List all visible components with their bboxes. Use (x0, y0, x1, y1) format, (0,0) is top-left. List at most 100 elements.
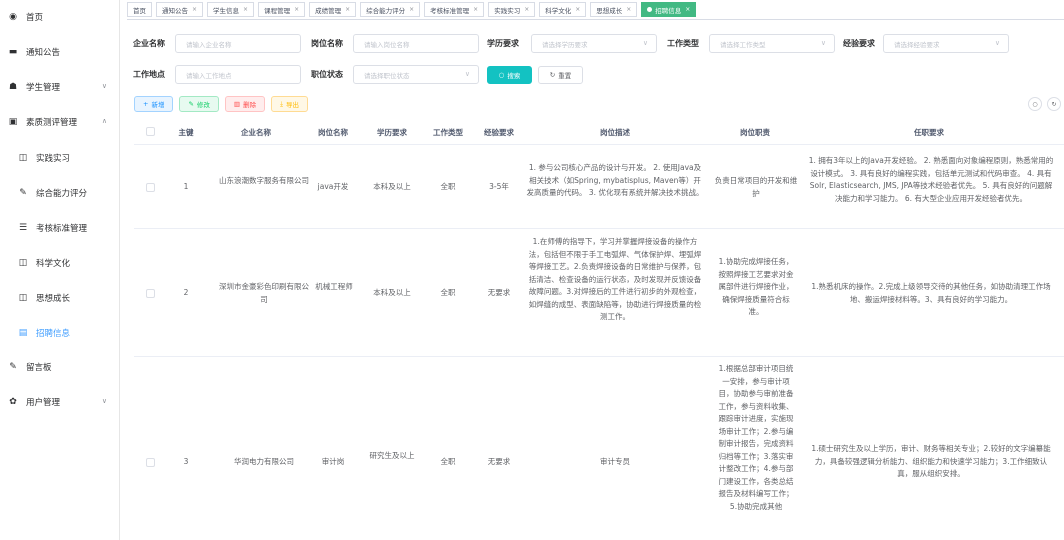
company-label: 企业名称 (133, 39, 165, 48)
cell-education: 本科及以上 (373, 288, 411, 297)
tab-label: 学生信息 (213, 6, 240, 15)
cell-description: 1. 参与公司核心产品的设计与开发。 2. 使用Java及相关技术（如Sprin… (526, 163, 704, 197)
experience-select[interactable]: 请选择经验要求 ∨ (883, 34, 1009, 53)
search-row-1: 企业名称 请输入企业名称 岗位名称 请输入岗位名称 学历要求 请选择学历要求 ∨ … (133, 34, 1009, 53)
close-icon[interactable]: × (409, 6, 414, 13)
delete-button[interactable]: ▥ 删除 (224, 96, 266, 112)
tab-label: 思想成长 (596, 6, 623, 15)
table-row[interactable]: 3 华润电力有限公司 审计岗 研究生及以上 全职 无要求 审计专员 1.根据总部… (134, 357, 1064, 540)
tab-recruitment[interactable]: 招聘信息 × (641, 2, 697, 17)
close-icon[interactable]: × (473, 6, 478, 13)
close-icon[interactable]: × (192, 6, 197, 13)
cell-requirement: 1. 拥有3年以上的Java开发经验。 2. 熟悉面向对象编程原则，熟悉常用的设… (808, 156, 1054, 203)
cell-education: 本科及以上 (373, 182, 411, 191)
edit-icon: ✎ (19, 188, 27, 198)
row-checkbox[interactable] (146, 289, 155, 298)
sidebar-item-assessment[interactable]: ☰ 考核标准管理 (0, 214, 119, 242)
plus-icon: + (143, 100, 149, 108)
tab-courses[interactable]: 课程管理 × (258, 2, 306, 17)
header-jobtype: 工作类型 (433, 128, 463, 137)
cell-education: 研究生及以上 (369, 451, 415, 460)
location-input[interactable]: 请输入工作地点 (175, 65, 301, 84)
refresh-button[interactable]: ↻ (1047, 97, 1061, 111)
header-education: 学历要求 (377, 128, 407, 137)
row-checkbox[interactable] (146, 183, 155, 192)
status-select[interactable]: 请选择职位状态 ∨ (353, 65, 479, 84)
header-description: 岗位描述 (600, 128, 630, 137)
cell-description: 1.在师傅的指导下，学习并掌握焊接设备的操作方法，包括但不限于手工电弧焊、气体保… (528, 237, 702, 321)
search-toggle-button[interactable]: ○ (1028, 97, 1042, 111)
export-button[interactable]: ⤓ 导出 (271, 96, 308, 112)
tab-notice[interactable]: 通知公告 × (156, 2, 204, 17)
search-icon: ○ (498, 70, 505, 79)
add-button[interactable]: + 新增 (134, 96, 174, 112)
sidebar-item-practice[interactable]: ◫ 实践实习 (0, 144, 119, 172)
header-position: 岗位名称 (318, 128, 348, 137)
header-requirement: 任职要求 (914, 128, 944, 137)
sidebar-item-users[interactable]: ✿ 用户管理 ∨ (0, 388, 119, 416)
edit-button[interactable]: ✎ 修改 (179, 96, 219, 112)
tab-science[interactable]: 科学文化 × (539, 2, 587, 17)
book-icon: ◫ (18, 293, 28, 303)
search-row-2: 工作地点 请输入工作地点 职位状态 请选择职位状态 ∨ ○ 搜索 ↻ 重置 (133, 65, 583, 84)
tab-assessment[interactable]: 考核标准管理 × (424, 2, 485, 17)
header-duty: 岗位职责 (740, 128, 770, 137)
select-all-checkbox[interactable] (146, 127, 155, 136)
company-input[interactable]: 请输入企业名称 (175, 34, 301, 53)
sidebar-item-notice[interactable]: ▬ 通知公告 (0, 38, 119, 66)
sidebar-item-guestbook[interactable]: ✎ 留言板 (0, 353, 119, 381)
cell-jobtype: 全职 (440, 182, 456, 191)
sidebar-menu: ◉ 首页 ▬ 通知公告 ☗ 学生管理 ∨ ▣ 素质测评管理 ∧ ◫ 实践实习 ✎… (0, 0, 120, 540)
education-select[interactable]: 请选择学历要求 ∨ (531, 34, 657, 53)
tab-grades[interactable]: 成绩管理 × (309, 2, 357, 17)
search-button[interactable]: ○ 搜索 (487, 65, 532, 84)
cell-id: 3 (183, 457, 189, 466)
close-icon[interactable]: × (345, 6, 350, 13)
download-icon: ⤓ (280, 99, 283, 108)
experience-label: 经验要求 (843, 39, 875, 48)
sidebar-item-label: 用户管理 (26, 398, 61, 408)
doc-icon: ▤ (18, 328, 28, 338)
sidebar-item-recruitment[interactable]: ▤ 招聘信息 (0, 319, 119, 347)
cell-duty: 1.协助完成焊接任务，按照焊接工艺要求对金属部件进行焊接作业，确保焊接质量符合标… (718, 257, 794, 316)
sidebar-item-label: 学生管理 (26, 83, 61, 93)
table-row[interactable]: 2 深圳市金豪彩色印刷有限公司 机械工程师 本科及以上 全职 无要求 1.在师傅… (134, 229, 1064, 357)
jobtype-select[interactable]: 请选择工作类型 ∨ (709, 34, 835, 53)
placeholder: 请选择职位状态 (364, 71, 410, 80)
sidebar-item-ability-score[interactable]: ✎ 综合能力评分 (0, 179, 119, 207)
education-label: 学历要求 (487, 39, 519, 48)
close-icon[interactable]: × (243, 6, 248, 13)
sidebar-item-science[interactable]: ◫ 科学文化 (0, 249, 119, 277)
row-checkbox[interactable] (146, 458, 155, 467)
close-icon[interactable]: × (575, 6, 580, 13)
sidebar-item-students[interactable]: ☗ 学生管理 ∨ (0, 73, 119, 101)
tab-student-info[interactable]: 学生信息 × (207, 2, 255, 17)
tab-ability-score[interactable]: 综合能力评分 × (360, 2, 421, 17)
tab-label: 实践实习 (494, 6, 521, 15)
active-dot-icon (647, 7, 653, 12)
gear-icon: ✿ (9, 397, 17, 407)
tab-label: 首页 (133, 6, 146, 15)
table-row[interactable]: 1 山东浪潮数字服务有限公司 java开发 本科及以上 全职 3-5年 1. 参… (134, 145, 1064, 229)
tab-home[interactable]: 首页 (127, 2, 152, 17)
tab-label: 综合能力评分 (366, 6, 406, 15)
close-icon[interactable]: × (685, 6, 690, 13)
close-icon[interactable]: × (524, 6, 529, 13)
reset-button[interactable]: ↻ 重置 (538, 65, 583, 84)
document-icon: ▣ (8, 117, 18, 127)
tab-growth[interactable]: 思想成长 × (590, 2, 638, 17)
tab-practice[interactable]: 实践实习 × (488, 2, 536, 17)
close-icon[interactable]: × (626, 6, 631, 13)
tags-view: 首页 通知公告 × 学生信息 × 课程管理 × 成绩管理 × 综合能力评分 × 考核标准管… (127, 0, 1064, 20)
sidebar-item-quality-eval[interactable]: ▣ 素质测评管理 ∧ (0, 108, 119, 136)
status-label: 职位状态 (311, 70, 343, 79)
sidebar-item-growth[interactable]: ◫ 思想成长 (0, 284, 119, 312)
button-label: 导出 (285, 101, 299, 109)
cell-position: java开发 (317, 182, 349, 191)
close-icon[interactable]: × (294, 6, 299, 13)
tab-label: 考核标准管理 (430, 6, 470, 15)
sidebar-item-home[interactable]: ◉ 首页 (0, 3, 119, 31)
placeholder: 请输入岗位名称 (364, 40, 410, 49)
cell-experience: 无要求 (487, 457, 511, 466)
position-input[interactable]: 请输入岗位名称 (353, 34, 479, 53)
